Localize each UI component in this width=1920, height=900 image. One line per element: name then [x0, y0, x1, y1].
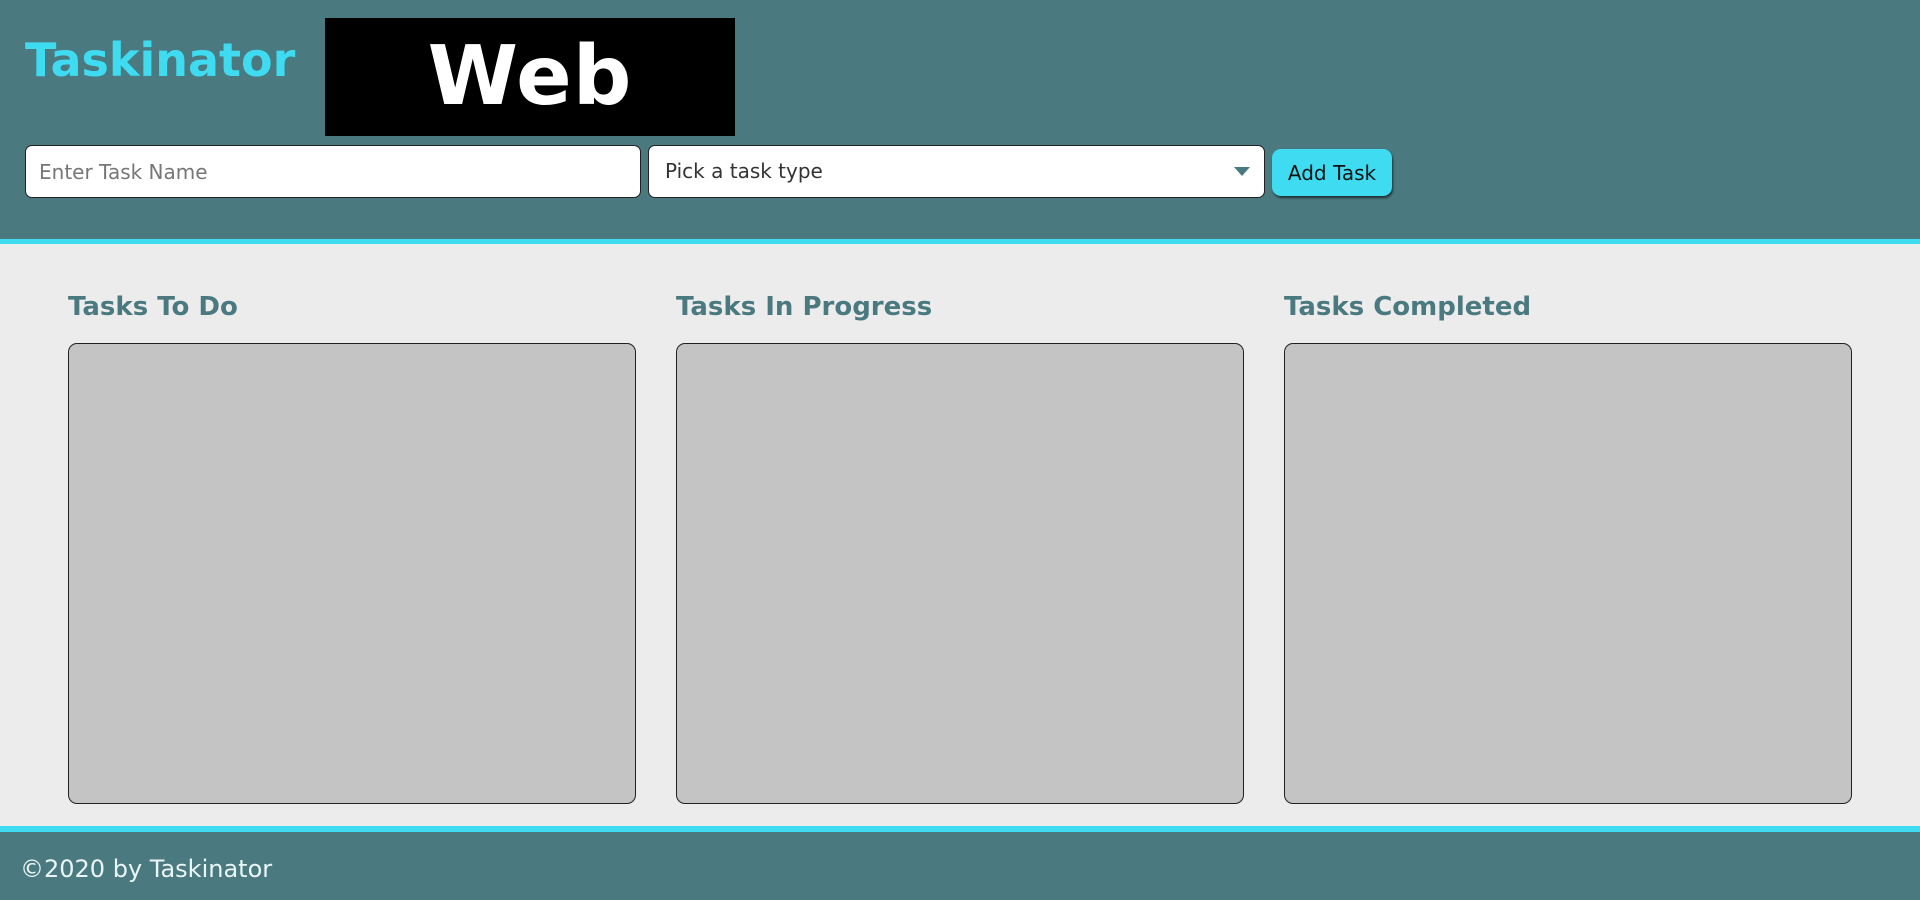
brand-title: Taskinator — [25, 33, 296, 87]
task-type-select[interactable]: Pick a task type — [648, 145, 1265, 198]
add-task-button[interactable]: Add Task — [1272, 149, 1392, 196]
task-name-input[interactable] — [25, 145, 641, 198]
column-tasks-in-progress: Tasks In Progress — [676, 285, 1244, 804]
chevron-down-icon — [1234, 167, 1250, 176]
task-list-to-do[interactable] — [68, 343, 636, 804]
task-type-selected-value: Pick a task type — [665, 159, 823, 183]
column-tasks-completed: Tasks Completed — [1284, 285, 1852, 804]
column-title: Tasks In Progress — [676, 292, 933, 322]
column-title: Tasks To Do — [68, 292, 238, 322]
copyright-text: ©2020 by Taskinator — [20, 855, 273, 883]
column-title: Tasks Completed — [1284, 292, 1532, 322]
page-footer: ©2020 by Taskinator — [0, 826, 1920, 900]
task-list-completed[interactable] — [1284, 343, 1852, 804]
task-list-in-progress[interactable] — [676, 343, 1244, 804]
column-tasks-to-do: Tasks To Do — [68, 285, 636, 804]
page-header: Taskinator Web APIs Pick a task type Add… — [0, 0, 1920, 244]
web-apis-banner: Web APIs — [325, 18, 735, 136]
